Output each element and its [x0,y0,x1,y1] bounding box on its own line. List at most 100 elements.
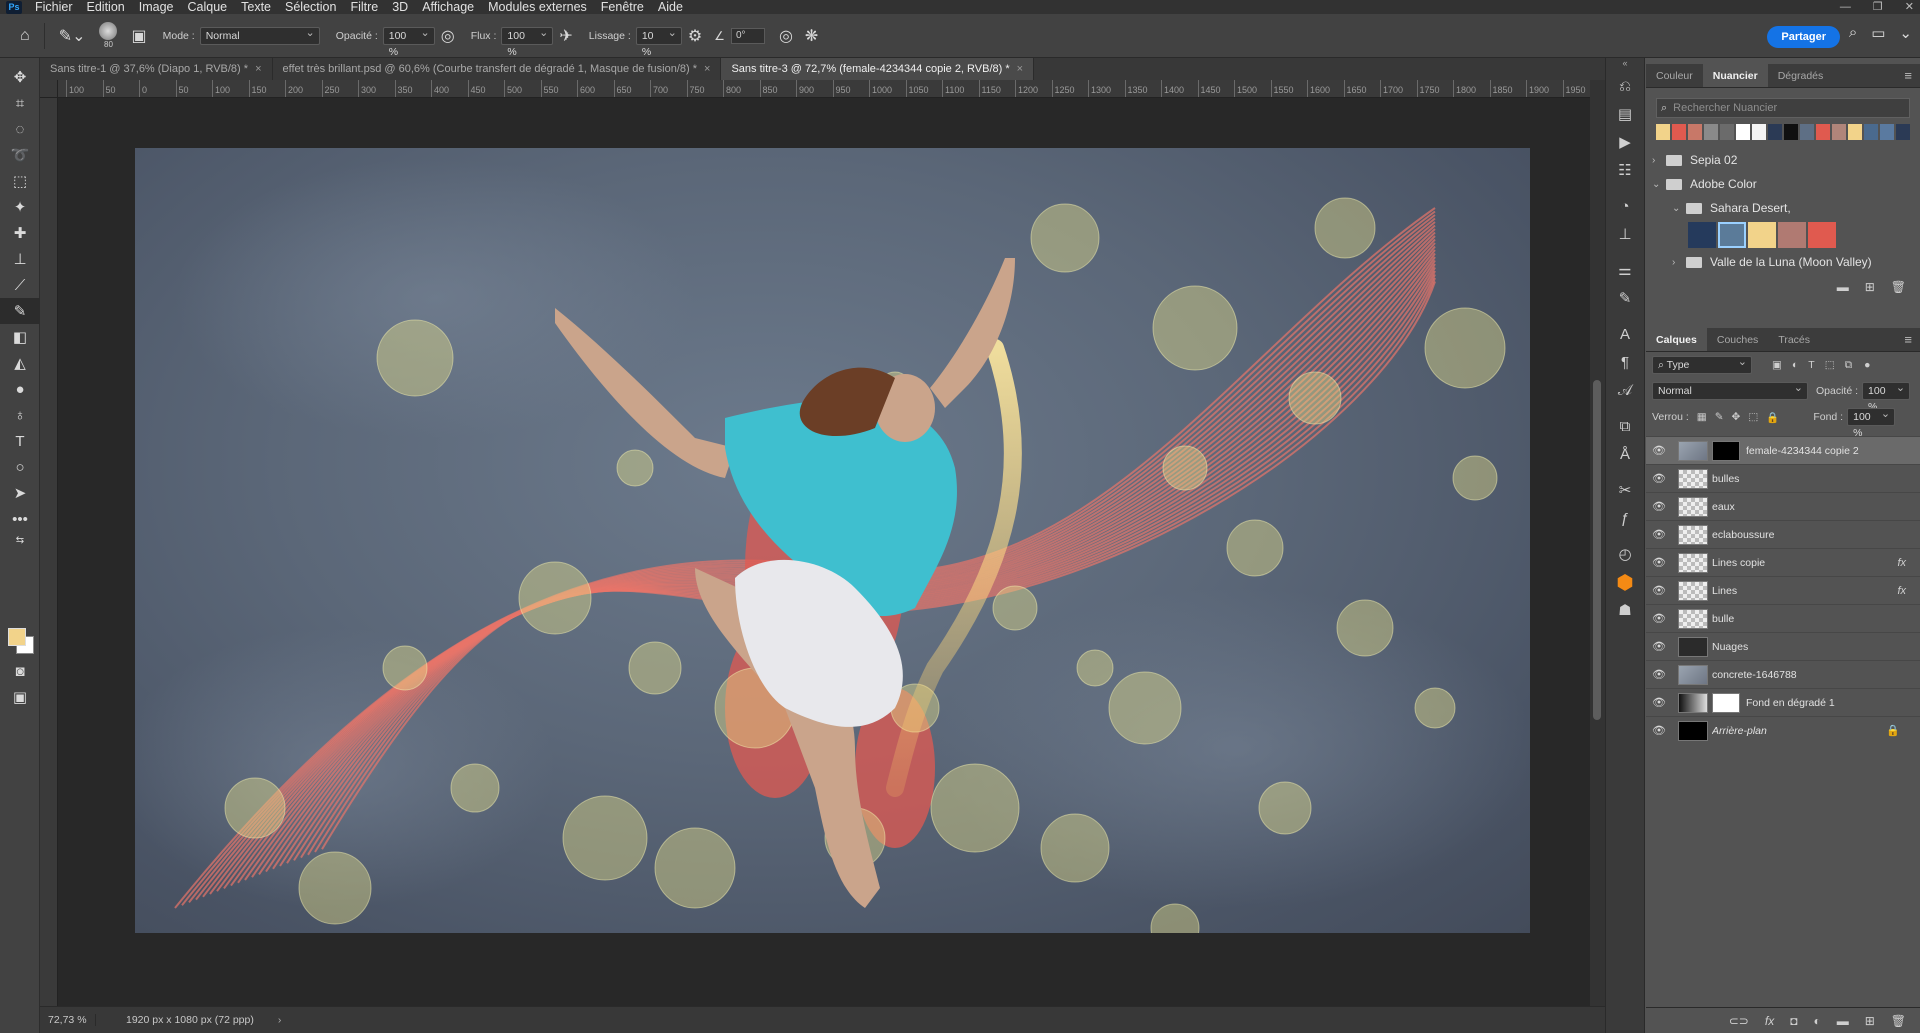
trash-icon[interactable]: 🗑 [1891,280,1906,294]
panel-menu-icon[interactable]: ≡ [1904,332,1912,347]
menu-3d[interactable]: 3D [385,0,415,14]
trash-icon[interactable]: 🗑 [1891,1014,1906,1028]
layer-row[interactable]: 👁 Arrière-plan 🔒 [1646,716,1920,744]
color-swatch[interactable] [1688,124,1702,140]
gear-icon[interactable]: ⚙ [688,26,702,46]
eye-icon[interactable]: 👁 [1646,556,1672,569]
lock-position-icon[interactable]: ✥ [1732,411,1741,423]
color-wheel-icon[interactable]: ◔ [1606,192,1644,220]
quick-mask-icon[interactable]: ◙ [0,658,40,684]
new-group-folder-icon[interactable]: ▬ [1837,1014,1849,1028]
layer-row[interactable]: 👁 Lines fx [1646,576,1920,604]
color-swatch[interactable] [1778,222,1806,248]
layer-row[interactable]: 👁 bulles [1646,464,1920,492]
eyedropper-tool-icon[interactable]: ⟋ [0,272,40,298]
chevron-down-icon[interactable]: ⌄ [1652,179,1666,190]
layer-thumbnail[interactable] [1678,608,1708,629]
eye-icon[interactable]: 👁 [1646,696,1672,709]
home-icon[interactable]: ⌂ [20,27,30,45]
restore-icon[interactable]: ❐ [1873,0,1883,14]
lock-image-icon[interactable]: ✎ [1715,411,1724,423]
close-tab-icon[interactable]: × [1017,63,1023,75]
layer-row[interactable]: 👁 eclaboussure [1646,520,1920,548]
layer-thumbnail[interactable] [1678,720,1708,741]
pressure-size-icon[interactable]: ◎ [779,26,793,46]
horizontal-ruler[interactable]: 100 50 0 50 100 150 200 250 300 350 400 450 500 550 60… [58,80,1590,98]
layer-mask-thumbnail[interactable] [1712,440,1740,461]
close-tab-icon[interactable]: × [704,63,710,75]
clone-stamp-tool-icon[interactable]: ⊥ [0,246,40,272]
adjustment-layer-icon[interactable]: ◐ [1813,1014,1820,1028]
brush-size-preview[interactable]: 80 [99,22,118,49]
status-menu-chevron-icon[interactable]: › [278,1014,282,1026]
ellipse-tool-icon[interactable]: ○ [0,454,40,480]
color-swatch[interactable] [1816,124,1830,140]
tab-couches[interactable]: Couches [1707,328,1768,351]
filter-smart-object-icon[interactable]: ⧉ [1845,359,1853,372]
tab-sans-titre-3[interactable]: Sans titre-3 @ 72,7% (female-4234344 cop… [721,58,1035,80]
tab-couleur[interactable]: Couleur [1646,64,1703,87]
dodge-tool-icon[interactable]: ♁ [0,402,40,428]
properties-icon[interactable]: ⚌ [1606,256,1644,284]
zoom-level[interactable]: 72,73 % [40,1014,96,1026]
eye-icon[interactable]: 👁 [1646,528,1672,541]
minimize-icon[interactable]: — [1840,0,1851,14]
layer-thumbnail[interactable] [1678,440,1708,461]
menu-affichage[interactable]: Affichage [415,0,481,14]
share-button[interactable]: Partager [1767,26,1840,48]
swatch-folder-valle-de-la-luna[interactable]: › Valle de la Luna (Moon Valley) [1646,250,1920,274]
color-swatch[interactable] [1864,124,1878,140]
workspace-icon[interactable]: ▭ [1871,24,1885,42]
color-swatch[interactable] [1718,222,1746,248]
color-swatch[interactable] [1808,222,1836,248]
lock-artboard-icon[interactable]: ⬚ [1748,411,1758,423]
fill-input[interactable]: 100 % [1847,406,1896,439]
color-swatch[interactable] [1704,124,1718,140]
filter-toggle-icon[interactable]: ● [1864,359,1870,371]
chevron-right-icon[interactable]: › [1652,155,1666,166]
eye-icon[interactable]: 👁 [1646,584,1672,597]
filter-adjustment-icon[interactable]: ◐ [1792,359,1798,371]
menu-image[interactable]: Image [132,0,181,14]
screen-mode-icon[interactable]: ▣ [0,684,40,710]
eye-icon[interactable]: 👁 [1646,500,1672,513]
layer-fx-badge[interactable]: fx [1897,585,1906,597]
eye-icon[interactable]: 👁 [1646,612,1672,625]
foreground-color-swatch[interactable] [8,628,26,646]
menu-aide[interactable]: Aide [651,0,690,14]
vertical-ruler[interactable] [40,98,58,1006]
pressure-opacity-icon[interactable]: ◎ [441,26,455,46]
filter-type-icon[interactable]: T [1808,359,1814,371]
layer-filter-select[interactable]: ⌕ Type [1652,354,1752,374]
artboard-icon[interactable]: ▤ [1606,100,1644,128]
paths-icon[interactable]: ⧉ [1606,412,1644,440]
angle-input[interactable]: 0° [730,27,765,44]
brush-settings-panel-icon[interactable]: ✎ [1606,284,1644,312]
filter-pixel-icon[interactable]: ▣ [1772,359,1782,371]
panel-toggle-icon[interactable]: ⌄ [1899,24,1912,42]
close-icon[interactable]: ✕ [1905,0,1914,14]
styles-fx-icon[interactable]: ƒ [1606,504,1644,532]
symmetry-icon[interactable]: ❋ [805,26,818,46]
color-swatch[interactable] [1880,124,1894,140]
collapse-icon[interactable]: « [1606,58,1644,72]
path-selection-tool-icon[interactable]: ➤ [0,480,40,506]
color-swatch[interactable] [1656,124,1670,140]
color-swatch[interactable] [1832,124,1846,140]
magic-wand-tool-icon[interactable]: ✦ [0,194,40,220]
new-group-folder-icon[interactable]: ▬ [1837,280,1849,294]
tab-nuancier[interactable]: Nuancier [1702,64,1768,87]
color-swatch[interactable] [1736,124,1750,140]
more-tools-icon[interactable]: ••• [0,506,40,532]
search-icon[interactable]: ⌕ [1849,24,1857,42]
object-selection-tool-icon[interactable]: ⬚ [0,168,40,194]
tab-calques[interactable]: Calques [1646,328,1707,351]
swatch-folder-sahara[interactable]: ⌄ Sahara Desert, [1646,196,1920,220]
move-tool-icon[interactable]: ✥ [0,64,40,90]
document-canvas[interactable] [135,148,1530,933]
character-icon[interactable]: A [1606,320,1644,348]
close-tab-icon[interactable]: × [255,63,261,75]
swatch-folder-sepia[interactable]: › Sepia 02 [1646,148,1920,172]
layer-row[interactable]: 👁 female-4234344 copie 2 [1646,436,1920,464]
menu-modules-externes[interactable]: Modules externes [481,0,594,14]
